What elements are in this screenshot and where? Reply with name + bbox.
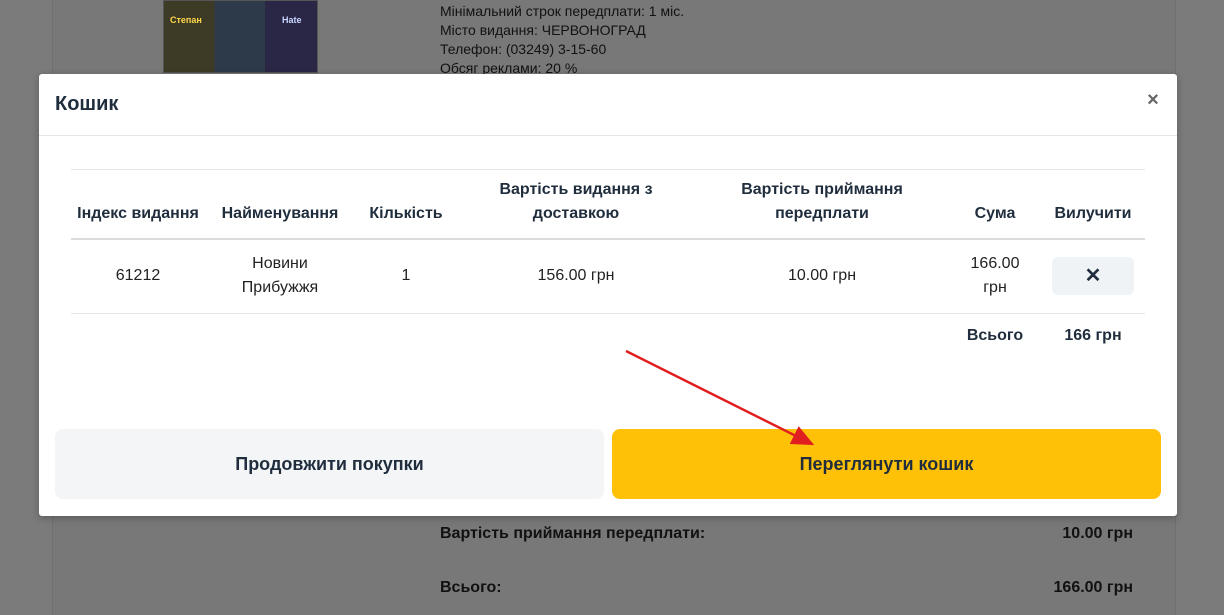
cart-total-label: Всього xyxy=(966,326,1024,344)
column-quantity: Кількість xyxy=(355,169,457,240)
item-sum: 166.00 грн xyxy=(949,239,1041,314)
column-remove: Вилучити xyxy=(1041,169,1145,240)
column-cost-acceptance: Вартість приймання передплати xyxy=(695,169,949,240)
info-min-term: Мінімальний строк передплати: 1 міс. xyxy=(440,3,685,19)
item-index: 61212 xyxy=(71,239,205,314)
cart-table: Індекс видання Найменування Кількість Ва… xyxy=(71,169,1145,361)
subscription-fee-value: 10.00 грн xyxy=(1062,525,1133,542)
publication-info: Мінімальний строк передплати: 1 міс. Міс… xyxy=(440,2,684,78)
item-name: Новини Прибужжя xyxy=(205,239,355,314)
total-row: Всього: 166.00 грн xyxy=(440,579,1133,597)
cart-total-row: Всього 166 грн xyxy=(71,313,1145,361)
column-sum: Сума xyxy=(949,169,1041,240)
table-header-row: Індекс видання Найменування Кількість Ва… xyxy=(71,169,1145,240)
item-quantity: 1 xyxy=(355,239,457,314)
modal-title: Кошик xyxy=(55,93,119,115)
close-icon[interactable]: × xyxy=(1145,89,1161,113)
total-value: 166.00 грн xyxy=(1053,579,1133,596)
cart-total-value: 166 грн xyxy=(1064,326,1122,344)
column-name: Найменування xyxy=(205,169,355,240)
modal-header: Кошик × xyxy=(39,74,1177,136)
column-index: Індекс видання xyxy=(71,169,205,240)
info-city: Місто видання: ЧЕРВОНОГРАД xyxy=(440,22,646,38)
info-phone: Телефон: (03249) 3-15-60 xyxy=(440,41,607,57)
item-cost-acceptance: 10.00 грн xyxy=(695,239,949,314)
thumbnail-text: Hate xyxy=(282,15,302,25)
thumbnail-text: Степан xyxy=(170,15,202,25)
item-remove-cell: ✕ xyxy=(1041,239,1145,314)
item-cost-delivery: 156.00 грн xyxy=(457,239,695,314)
remove-item-button[interactable]: ✕ xyxy=(1052,257,1134,296)
subscription-fee-label: Вартість приймання передплати: xyxy=(440,525,706,542)
continue-shopping-button[interactable]: Продовжити покупки xyxy=(55,429,604,499)
publication-thumbnail: Степан Hate xyxy=(163,0,318,73)
total-label: Всього: xyxy=(440,579,502,596)
table-row: 61212 Новини Прибужжя 1 156.00 грн 10.00… xyxy=(71,239,1145,314)
column-cost-delivery: Вартість видання з доставкою xyxy=(457,169,695,240)
subscription-fee-row: Вартість приймання передплати: 10.00 грн xyxy=(440,525,1133,543)
view-cart-button[interactable]: Переглянути кошик xyxy=(612,429,1161,499)
cart-modal: Кошик × Індекс видання Найменування Кіль… xyxy=(39,74,1177,516)
